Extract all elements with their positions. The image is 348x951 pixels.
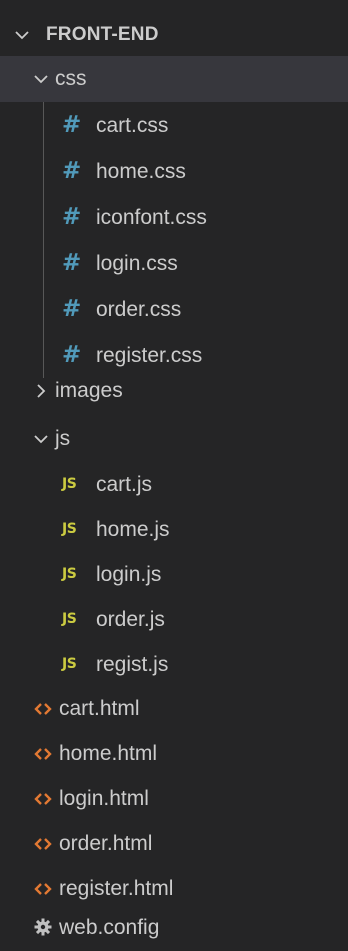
file-item[interactable]: # order.css <box>0 286 348 332</box>
chevron-down-icon <box>34 435 48 444</box>
file-label: home.js <box>96 518 170 541</box>
file-item[interactable]: # iconfont.css <box>0 194 348 240</box>
file-label: regist.js <box>96 653 169 676</box>
file-item[interactable]: JS home.js <box>0 507 348 553</box>
file-item[interactable]: # home.css <box>0 148 348 194</box>
file-item[interactable]: order.html <box>0 821 348 867</box>
file-item[interactable]: JS cart.js <box>0 462 348 508</box>
file-item[interactable]: JS regist.js <box>0 642 348 688</box>
file-label: order.css <box>96 298 182 321</box>
html-icon <box>34 838 52 850</box>
file-label: home.html <box>59 742 158 765</box>
folder-label: css <box>55 67 87 90</box>
file-item[interactable]: # login.css <box>0 240 348 286</box>
file-label: login.html <box>59 787 149 810</box>
file-label: cart.js <box>96 473 153 496</box>
gear-icon <box>34 918 52 936</box>
html-icon <box>34 793 52 805</box>
file-item[interactable]: web.config <box>0 905 348 951</box>
chevron-down-icon <box>34 75 48 84</box>
css-hash-icon: # <box>62 158 82 184</box>
file-item[interactable]: cart.html <box>0 686 348 732</box>
js-icon: JS <box>62 521 77 537</box>
file-label: login.css <box>96 252 178 275</box>
css-hash-icon: # <box>62 250 82 276</box>
file-item[interactable]: login.html <box>0 776 348 822</box>
file-label: order.js <box>96 608 165 631</box>
html-icon <box>34 703 52 715</box>
file-label: register.html <box>59 877 174 900</box>
file-label: cart.html <box>59 697 140 720</box>
file-label: home.css <box>96 160 186 183</box>
folder-label: images <box>55 379 123 402</box>
file-item[interactable]: # cart.css <box>0 102 348 148</box>
css-hash-icon: # <box>62 204 82 230</box>
folder-css[interactable]: css <box>0 56 348 102</box>
css-hash-icon: # <box>62 342 82 368</box>
file-label: iconfont.css <box>96 206 207 229</box>
root-folder-label: FRONT-END <box>46 24 159 45</box>
chevron-down-icon <box>15 31 29 40</box>
html-icon <box>34 883 52 895</box>
file-label: login.js <box>96 563 162 586</box>
file-label: cart.css <box>96 114 169 137</box>
folder-js[interactable]: js <box>0 416 348 462</box>
folder-label: js <box>55 427 71 450</box>
chevron-right-icon <box>37 384 46 398</box>
file-item[interactable]: JS login.js <box>0 552 348 598</box>
file-label: web.config <box>59 916 160 939</box>
js-icon: JS <box>62 656 77 672</box>
css-hash-icon: # <box>62 112 82 138</box>
root-folder-header[interactable]: FRONT-END <box>0 10 348 56</box>
css-hash-icon: # <box>62 296 82 322</box>
file-item[interactable]: home.html <box>0 731 348 777</box>
file-explorer: FRONT-END css # cart.css # home.css # ic… <box>0 0 348 951</box>
file-item[interactable]: JS order.js <box>0 597 348 643</box>
js-icon: JS <box>62 611 77 627</box>
file-label: register.css <box>96 344 203 367</box>
js-icon: JS <box>62 566 77 582</box>
file-label: order.html <box>59 832 153 855</box>
folder-images[interactable]: images <box>0 368 348 414</box>
html-icon <box>34 748 52 760</box>
js-icon: JS <box>62 476 77 492</box>
